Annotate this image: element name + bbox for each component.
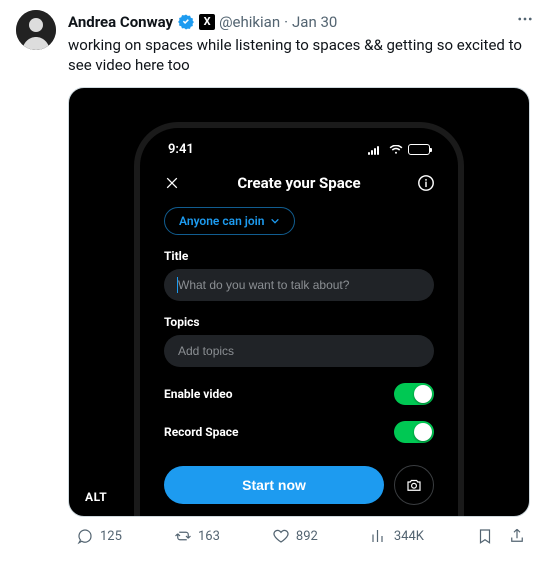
- action-bar: 125 163 892 344K: [68, 517, 534, 545]
- title-input[interactable]: [164, 269, 434, 301]
- share-button[interactable]: [508, 527, 526, 545]
- wifi-icon: [389, 145, 403, 155]
- repost-icon: [174, 527, 192, 545]
- camera-icon: [405, 476, 423, 494]
- media-attachment[interactable]: ALT 9:41 Create your Space: [68, 87, 530, 517]
- x-affiliate-badge: X: [199, 14, 215, 30]
- screen-title: Create your Space: [237, 174, 360, 192]
- battery-icon: [408, 144, 430, 155]
- bookmark-icon: [476, 527, 494, 545]
- alt-badge[interactable]: ALT: [79, 488, 113, 506]
- camera-button[interactable]: [394, 465, 434, 505]
- signal-icon: [368, 145, 384, 155]
- tweet-text: working on spaces while listening to spa…: [68, 35, 534, 75]
- separator-dot: ·: [284, 12, 288, 32]
- view-count: 344K: [394, 529, 424, 544]
- title-label: Title: [164, 249, 434, 263]
- record-space-toggle[interactable]: [394, 421, 434, 443]
- share-icon: [508, 527, 526, 545]
- views-button[interactable]: 344K: [370, 527, 424, 545]
- like-button[interactable]: 892: [272, 527, 318, 545]
- start-now-button[interactable]: Start now: [164, 466, 384, 504]
- reply-icon: [76, 527, 94, 545]
- verified-badge-icon: [177, 13, 195, 31]
- privacy-label: Anyone can join: [179, 214, 264, 228]
- repost-button[interactable]: 163: [174, 527, 220, 545]
- phone-status-bar: 9:41: [140, 138, 458, 157]
- like-count: 892: [296, 529, 318, 544]
- topics-label: Topics: [164, 315, 434, 329]
- display-name[interactable]: Andrea Conway: [68, 12, 173, 32]
- repost-count: 163: [198, 529, 220, 544]
- avatar[interactable]: [16, 10, 56, 50]
- views-icon: [370, 527, 388, 545]
- tweet: Andrea Conway X @ehikian · Jan 30 workin…: [0, 0, 550, 545]
- reply-count: 125: [100, 529, 122, 544]
- reply-button[interactable]: 125: [76, 527, 122, 545]
- enable-video-toggle[interactable]: [394, 383, 434, 405]
- phone-mockup: 9:41 Create your Space: [134, 122, 464, 517]
- bookmark-button[interactable]: [476, 527, 494, 545]
- screen-header: Create your Space: [140, 157, 458, 201]
- record-space-label: Record Space: [164, 425, 239, 439]
- info-icon[interactable]: [416, 173, 436, 193]
- phone-time: 9:41: [168, 142, 194, 157]
- handle[interactable]: @ehikian: [219, 12, 280, 32]
- tweet-header: Andrea Conway X @ehikian · Jan 30: [68, 10, 534, 33]
- privacy-selector[interactable]: Anyone can join: [164, 207, 295, 235]
- post-date[interactable]: Jan 30: [292, 12, 337, 32]
- enable-video-label: Enable video: [164, 387, 233, 401]
- topics-input[interactable]: [164, 335, 434, 367]
- more-options-button[interactable]: [516, 10, 534, 33]
- close-icon[interactable]: [162, 173, 182, 193]
- heart-icon: [272, 527, 290, 545]
- chevron-down-icon: [270, 216, 280, 226]
